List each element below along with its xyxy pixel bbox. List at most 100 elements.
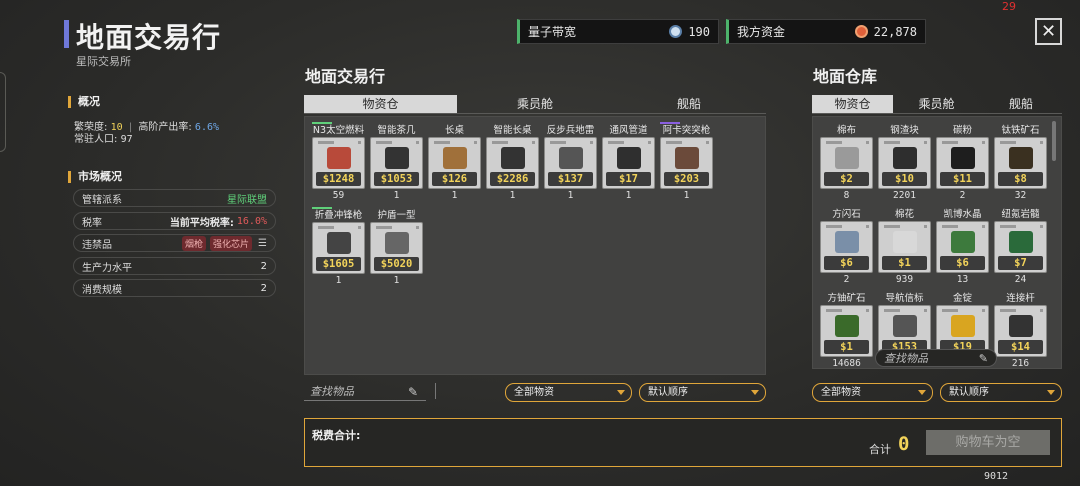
item-card[interactable]: 方铀矿石 $1 14686 xyxy=(820,292,873,371)
item-count: 1 xyxy=(683,190,690,201)
item-card[interactable]: 智能长桌 $2286 1 xyxy=(486,124,539,203)
item-thumbnail: $8 xyxy=(994,137,1047,189)
item-card[interactable]: 长桌 $126 1 xyxy=(428,124,481,203)
item-name: 通风管道 xyxy=(609,125,648,136)
item-icon xyxy=(327,232,351,254)
warehouse-filter-dropdown[interactable]: 全部物资 xyxy=(812,383,933,402)
item-name: 长桌 xyxy=(444,125,464,136)
warehouse-scrollbar[interactable] xyxy=(1052,121,1056,161)
item-card[interactable]: 钢渣块 $10 2201 xyxy=(878,124,931,203)
item-card[interactable]: N3太空燃料 $1248 59 xyxy=(312,122,365,203)
thumbnail-label xyxy=(942,225,958,228)
tax-total-label: 税费合计: xyxy=(312,429,361,442)
item-thumbnail: $11 xyxy=(936,137,989,189)
item-count: 1 xyxy=(451,190,458,201)
thumbnail-label xyxy=(1000,141,1016,144)
menu-icon[interactable]: ☰ xyxy=(258,238,267,249)
pencil-icon[interactable]: ✎ xyxy=(979,350,988,368)
item-thumbnail: $2286 xyxy=(486,137,539,189)
warehouse-tab-cargo[interactable]: 物资仓 xyxy=(812,95,893,113)
market-row-faction[interactable]: 管辖派系 星际联盟 xyxy=(73,189,276,207)
rarity-bar xyxy=(312,122,332,124)
item-card[interactable]: 方闪石 $6 2 xyxy=(820,208,873,287)
item-icon xyxy=(385,147,409,169)
trade-sort-dropdown[interactable]: 默认顺序 xyxy=(639,383,766,402)
item-price: $7 xyxy=(998,256,1043,270)
item-price: $10 xyxy=(882,172,927,186)
item-card[interactable]: 折叠冲锋枪 $1605 1 xyxy=(312,207,365,288)
item-price: $5020 xyxy=(374,257,419,271)
thumbnail-label xyxy=(550,141,566,144)
item-count: 1 xyxy=(335,275,342,286)
market-row-consumption[interactable]: 消费规模 2 xyxy=(73,279,276,297)
thumbnail-dot xyxy=(590,141,593,144)
thumbnail-dot xyxy=(358,141,361,144)
item-card[interactable]: 碳粉 $11 2 xyxy=(936,124,989,203)
item-icon xyxy=(617,147,641,169)
item-count: 59 xyxy=(332,190,345,201)
market-heading: 市场概况 xyxy=(68,171,122,183)
side-handle[interactable] xyxy=(0,72,6,152)
item-icon xyxy=(835,147,859,169)
fps-counter: 29 xyxy=(1002,0,1016,13)
checkout-button[interactable]: 购物车为空 xyxy=(926,430,1050,455)
thumbnail-label xyxy=(884,309,900,312)
trade-filter-dropdown[interactable]: 全部物资 xyxy=(505,383,632,402)
grand-total-value: 0 xyxy=(898,433,910,455)
item-card[interactable]: 反步兵地雷 $137 1 xyxy=(544,124,597,203)
item-icon xyxy=(893,231,917,253)
item-card[interactable]: 凯博水晶 $6 13 xyxy=(936,208,989,287)
trade-tab-crew[interactable]: 乘员舱 xyxy=(460,95,610,113)
close-icon: ✕ xyxy=(1040,21,1057,42)
item-thumbnail: $7 xyxy=(994,221,1047,273)
market-row-label: 税率 xyxy=(82,217,102,229)
item-price: $1 xyxy=(824,340,869,354)
warehouse-tab-ships[interactable]: 舰船 xyxy=(980,95,1062,113)
warehouse-sort-dropdown[interactable]: 默认顺序 xyxy=(940,383,1062,402)
item-icon xyxy=(835,231,859,253)
item-price: $8 xyxy=(998,172,1043,186)
close-button[interactable]: ✕ xyxy=(1035,18,1062,45)
item-name: 钢渣块 xyxy=(890,125,919,136)
item-card[interactable]: 连接杆 $14 216 xyxy=(994,292,1047,371)
item-price: $1 xyxy=(882,256,927,270)
thumbnail-dot xyxy=(866,309,869,312)
item-count: 13 xyxy=(956,274,969,285)
bandwidth-label: 量子带宽 xyxy=(528,25,577,39)
thumbnail-label xyxy=(318,141,334,144)
item-count: 2 xyxy=(843,274,850,285)
warehouse-search-input[interactable]: 查找物品 ✎ xyxy=(875,349,997,367)
chevron-down-icon xyxy=(918,390,926,395)
item-count: 1 xyxy=(625,190,632,201)
item-card[interactable]: 阿卡突突枪 $203 1 xyxy=(660,122,713,203)
version-code: 9012 xyxy=(984,471,1009,482)
bandwidth-value: 190 xyxy=(688,24,710,39)
item-card[interactable]: 棉布 $2 8 xyxy=(820,124,873,203)
item-thumbnail: $137 xyxy=(544,137,597,189)
population-value: 97 xyxy=(120,134,133,145)
market-row-contraband[interactable]: 违禁品 烟枪 强化芯片 ☰ xyxy=(73,234,276,252)
pencil-icon[interactable]: ✎ xyxy=(408,385,418,399)
item-card[interactable]: 钛铁矿石 $8 32 xyxy=(994,124,1047,203)
rarity-bar xyxy=(312,207,332,209)
trade-tab-ships[interactable]: 舰船 xyxy=(612,95,766,113)
market-row-productivity[interactable]: 生产力水平 2 xyxy=(73,257,276,275)
item-card[interactable]: 护盾一型 $5020 1 xyxy=(370,209,423,288)
item-thumbnail: $5020 xyxy=(370,222,423,274)
item-icon xyxy=(951,147,975,169)
warehouse-tab-crew[interactable]: 乘员舱 xyxy=(896,95,977,113)
trade-tab-cargo[interactable]: 物资仓 xyxy=(304,95,457,113)
item-card[interactable]: 纽氪岩髓 $7 24 xyxy=(994,208,1047,287)
item-card[interactable]: 智能茶几 $1053 1 xyxy=(370,124,423,203)
market-row-label: 违禁品 xyxy=(82,239,112,251)
market-row-tax[interactable]: 税率 当前平均税率: 16.0% xyxy=(73,212,276,230)
warehouse-filter-label: 全部物资 xyxy=(821,387,861,398)
market-row-label: 生产力水平 xyxy=(82,262,132,274)
item-name: 导航信标 xyxy=(885,293,924,304)
productivity-value: 2 xyxy=(260,260,267,272)
item-card[interactable]: 通风管道 $17 1 xyxy=(602,124,655,203)
title-accent-bar xyxy=(64,20,69,48)
item-thumbnail: $203 xyxy=(660,137,713,189)
item-icon xyxy=(385,232,409,254)
item-card[interactable]: 棉花 $1 939 xyxy=(878,208,931,287)
